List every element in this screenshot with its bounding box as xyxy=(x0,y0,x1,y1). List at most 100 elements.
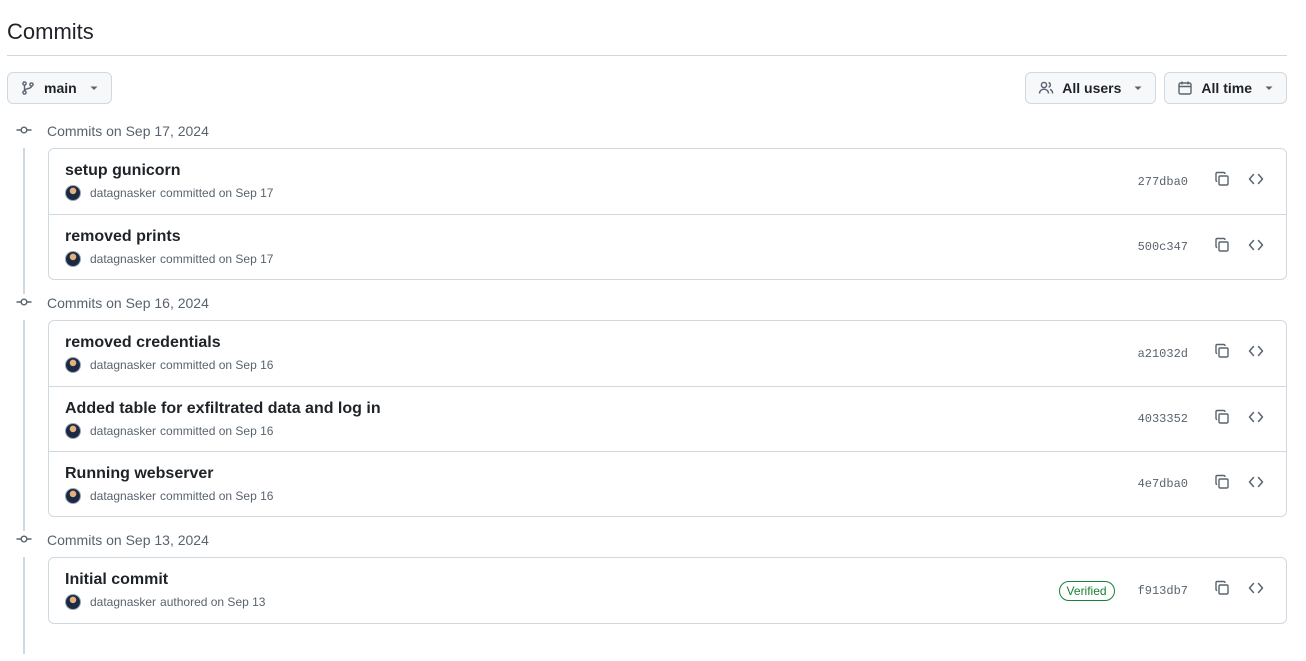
commit-group-header: Commits on Sep 17, 2024 xyxy=(7,117,1287,145)
toolbar: main All users All time xyxy=(7,72,1287,104)
commit-message-link[interactable]: setup gunicorn xyxy=(65,162,273,180)
commit-meta: datagnasker committed on Sep 16 xyxy=(65,487,274,504)
caret-down-icon xyxy=(1264,83,1274,93)
commit-message-link[interactable]: Initial commit xyxy=(65,571,265,589)
commit-info: removed credentials datagnasker committe… xyxy=(65,334,273,373)
commit-group-body: setup gunicorn datagnasker committed on … xyxy=(7,148,1287,294)
copy-sha-button[interactable] xyxy=(1208,340,1236,368)
avatar[interactable] xyxy=(65,594,81,610)
copy-icon xyxy=(1214,409,1230,430)
commit-list: Initial commit datagnasker authored on S… xyxy=(48,557,1287,624)
avatar[interactable] xyxy=(65,422,81,439)
commit-message-link[interactable]: Running webserver xyxy=(65,465,273,483)
browse-repo-button[interactable] xyxy=(1242,340,1270,368)
commit-info: removed prints datagnasker committed on … xyxy=(65,228,273,267)
commit-sha-link[interactable]: f913db7 xyxy=(1138,584,1188,598)
commit-sha-link[interactable]: 500c347 xyxy=(1138,240,1188,254)
time-filter-button[interactable]: All time xyxy=(1164,72,1287,104)
commit-actions: a21032d xyxy=(1138,340,1270,368)
commit-meta: datagnasker committed on Sep 16 xyxy=(65,357,273,373)
users-filter-label: All users xyxy=(1062,80,1122,96)
verified-badge[interactable]: Verified xyxy=(1058,580,1115,601)
commit-message-link[interactable]: removed prints xyxy=(65,228,273,246)
copy-sha-button[interactable] xyxy=(1208,233,1236,261)
commit-row: setup gunicorn datagnasker committed on … xyxy=(49,149,1286,214)
commit-row: Running webserver datagnasker committed … xyxy=(49,451,1286,516)
code-icon xyxy=(1248,474,1264,495)
copy-sha-button[interactable] xyxy=(1208,405,1236,433)
git-commit-icon xyxy=(16,531,32,550)
commit-group-header: Commits on Sep 16, 2024 xyxy=(7,289,1287,317)
caret-down-icon xyxy=(1133,83,1143,93)
people-icon xyxy=(1038,80,1054,96)
copy-sha-button[interactable] xyxy=(1208,168,1236,196)
commit-author-link[interactable]: datagnasker xyxy=(90,424,156,438)
browse-repo-button[interactable] xyxy=(1242,233,1270,261)
browse-repo-button[interactable] xyxy=(1242,168,1270,196)
git-branch-icon xyxy=(20,80,36,96)
commit-message-link[interactable]: removed credentials xyxy=(65,334,273,352)
commit-meta: datagnasker committed on Sep 17 xyxy=(65,250,274,267)
page-title: Commits xyxy=(7,0,1287,56)
avatar[interactable] xyxy=(65,487,81,504)
code-icon xyxy=(1248,237,1264,258)
filter-group: All users All time xyxy=(1025,72,1287,104)
commit-row: Initial commit datagnasker authored on S… xyxy=(49,558,1286,623)
calendar-icon xyxy=(1177,80,1193,96)
commit-author-link[interactable]: datagnasker xyxy=(90,489,156,503)
commit-group-heading: Commits on Sep 17, 2024 xyxy=(47,123,209,139)
commit-message-link[interactable]: Added table for exfiltrated data and log… xyxy=(65,400,381,418)
commit-list: removed credentials datagnasker committe… xyxy=(48,320,1287,517)
commit-author-link[interactable]: datagnasker xyxy=(90,252,156,266)
commit-author-link[interactable]: datagnasker xyxy=(90,186,156,200)
commit-actions: 4033352 xyxy=(1138,405,1270,433)
commit-sha-link[interactable]: 4e7dba0 xyxy=(1138,477,1188,491)
commit-sha-link[interactable]: 277dba0 xyxy=(1138,175,1188,189)
browse-repo-button[interactable] xyxy=(1242,577,1270,605)
commit-meta: datagnasker committed on Sep 17 xyxy=(65,185,273,201)
code-icon xyxy=(1248,580,1264,601)
avatar[interactable] xyxy=(65,357,81,373)
commit-action-date: committed on Sep 17 xyxy=(160,251,274,266)
commit-action-date: committed on Sep 16 xyxy=(160,358,274,372)
copy-icon xyxy=(1214,171,1230,192)
commit-action-date: committed on Sep 16 xyxy=(160,488,274,503)
commit-info: Initial commit datagnasker authored on S… xyxy=(65,571,265,610)
avatar[interactable] xyxy=(65,185,81,201)
commit-actions: 277dba0 xyxy=(1138,168,1270,196)
commit-action-date: authored on Sep 13 xyxy=(160,595,266,609)
commit-row: Added table for exfiltrated data and log… xyxy=(49,386,1286,451)
copy-sha-button[interactable] xyxy=(1208,577,1236,605)
caret-down-icon xyxy=(89,83,99,93)
commit-action-date: committed on Sep 17 xyxy=(160,186,274,200)
commit-row: removed prints datagnasker committed on … xyxy=(49,214,1286,279)
commit-group-body: removed credentials datagnasker committe… xyxy=(7,320,1287,531)
code-icon xyxy=(1248,171,1264,192)
commit-meta: datagnasker committed on Sep 16 xyxy=(65,422,381,439)
commit-sha-link[interactable]: 4033352 xyxy=(1138,412,1188,426)
commit-author-link[interactable]: datagnasker xyxy=(90,595,156,609)
commits-page: Commits main All users All time Commits … xyxy=(0,0,1306,654)
browse-repo-button[interactable] xyxy=(1242,405,1270,433)
commit-group-heading: Commits on Sep 16, 2024 xyxy=(47,295,209,311)
branch-selector-button[interactable]: main xyxy=(7,72,112,104)
copy-sha-button[interactable] xyxy=(1208,470,1236,498)
branch-label: main xyxy=(44,80,77,96)
browse-repo-button[interactable] xyxy=(1242,470,1270,498)
commit-meta: datagnasker authored on Sep 13 xyxy=(65,594,265,610)
users-filter-button[interactable]: All users xyxy=(1025,72,1157,104)
commit-group: Commits on Sep 16, 2024 removed credenti… xyxy=(7,289,1287,531)
commit-author-link[interactable]: datagnasker xyxy=(90,358,156,372)
commit-row: removed credentials datagnasker committe… xyxy=(49,321,1286,386)
avatar[interactable] xyxy=(65,250,81,267)
commit-group-body: Initial commit datagnasker authored on S… xyxy=(7,557,1287,654)
commit-group-header: Commits on Sep 13, 2024 xyxy=(7,526,1287,554)
time-filter-label: All time xyxy=(1201,80,1252,96)
commit-info: Added table for exfiltrated data and log… xyxy=(65,400,381,439)
code-icon xyxy=(1248,343,1264,364)
commit-actions: 4e7dba0 xyxy=(1138,470,1270,498)
copy-icon xyxy=(1214,343,1230,364)
commit-sha-link[interactable]: a21032d xyxy=(1138,347,1188,361)
commit-actions: 500c347 xyxy=(1138,233,1270,261)
commit-info: setup gunicorn datagnasker committed on … xyxy=(65,162,273,201)
